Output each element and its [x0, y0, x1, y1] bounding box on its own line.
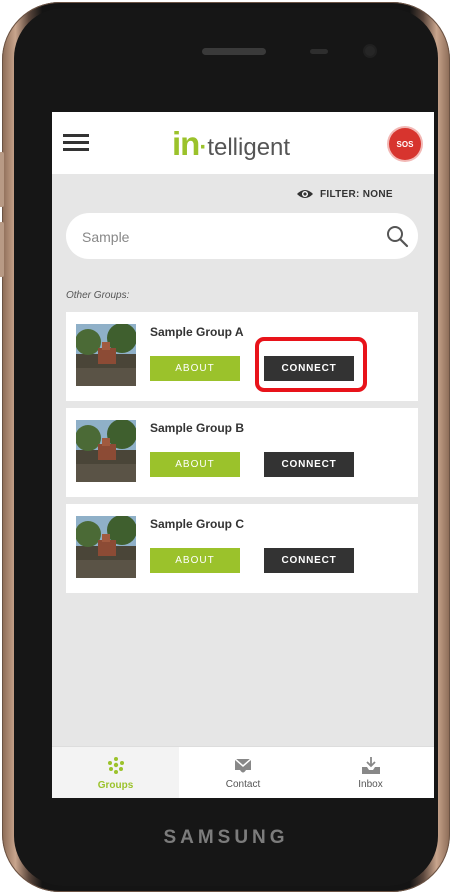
bottom-navigation: Groups Contact Inbox — [52, 746, 434, 798]
search-input[interactable] — [80, 225, 374, 249]
groups-icon — [107, 757, 124, 774]
group-name: Sample Group B — [150, 421, 245, 435]
nav-contact[interactable]: Contact — [179, 747, 307, 798]
sos-button[interactable]: SOS — [389, 128, 421, 160]
group-name: Sample Group C — [150, 517, 245, 531]
filter-toggle[interactable]: FILTER: NONE — [296, 188, 393, 200]
inbox-icon — [361, 757, 380, 774]
about-button[interactable]: ABOUT — [150, 452, 240, 477]
filter-label: FILTER: NONE — [320, 188, 393, 200]
proximity-sensor — [310, 49, 328, 54]
phone-frame: in · telligent SOS FILTER: NONE Other Gr… — [0, 2, 450, 892]
device-brand: SAMSUNG — [163, 827, 289, 848]
connect-highlight-outline — [255, 337, 367, 392]
connect-button[interactable]: CONNECT — [264, 548, 354, 573]
power-button — [0, 222, 4, 277]
nav-label: Contact — [225, 779, 261, 790]
nav-label: Inbox — [358, 779, 383, 790]
logo-prefix: in — [172, 125, 200, 162]
group-card: Sample Group C ABOUT CONNECT — [66, 504, 418, 593]
eye-icon — [297, 190, 313, 198]
logo-dot: · — [199, 134, 208, 161]
app-screen: in · telligent SOS FILTER: NONE Other Gr… — [52, 112, 434, 798]
app-header: in · telligent SOS — [52, 112, 434, 174]
about-button[interactable]: ABOUT — [150, 548, 240, 573]
contact-icon — [234, 758, 252, 773]
front-camera — [365, 46, 375, 56]
nav-label: Groups — [97, 780, 134, 791]
group-thumbnail — [76, 420, 136, 482]
search-icon[interactable] — [385, 224, 409, 248]
other-groups-label: Other Groups: — [66, 290, 130, 301]
nav-inbox[interactable]: Inbox — [307, 747, 434, 798]
search-bar — [66, 213, 418, 259]
group-thumbnail — [76, 516, 136, 578]
connect-button[interactable]: CONNECT — [264, 452, 354, 477]
about-button[interactable]: ABOUT — [150, 356, 240, 381]
group-card: Sample Group B ABOUT CONNECT — [66, 408, 418, 497]
group-thumbnail — [76, 324, 136, 386]
app-logo: in · telligent — [172, 125, 291, 162]
group-name: Sample Group A — [150, 325, 244, 339]
hamburger-menu-icon[interactable] — [63, 134, 89, 152]
nav-groups[interactable]: Groups — [52, 747, 179, 798]
speaker-grille — [202, 48, 266, 55]
logo-suffix: telligent — [207, 134, 291, 161]
volume-button — [0, 152, 4, 207]
